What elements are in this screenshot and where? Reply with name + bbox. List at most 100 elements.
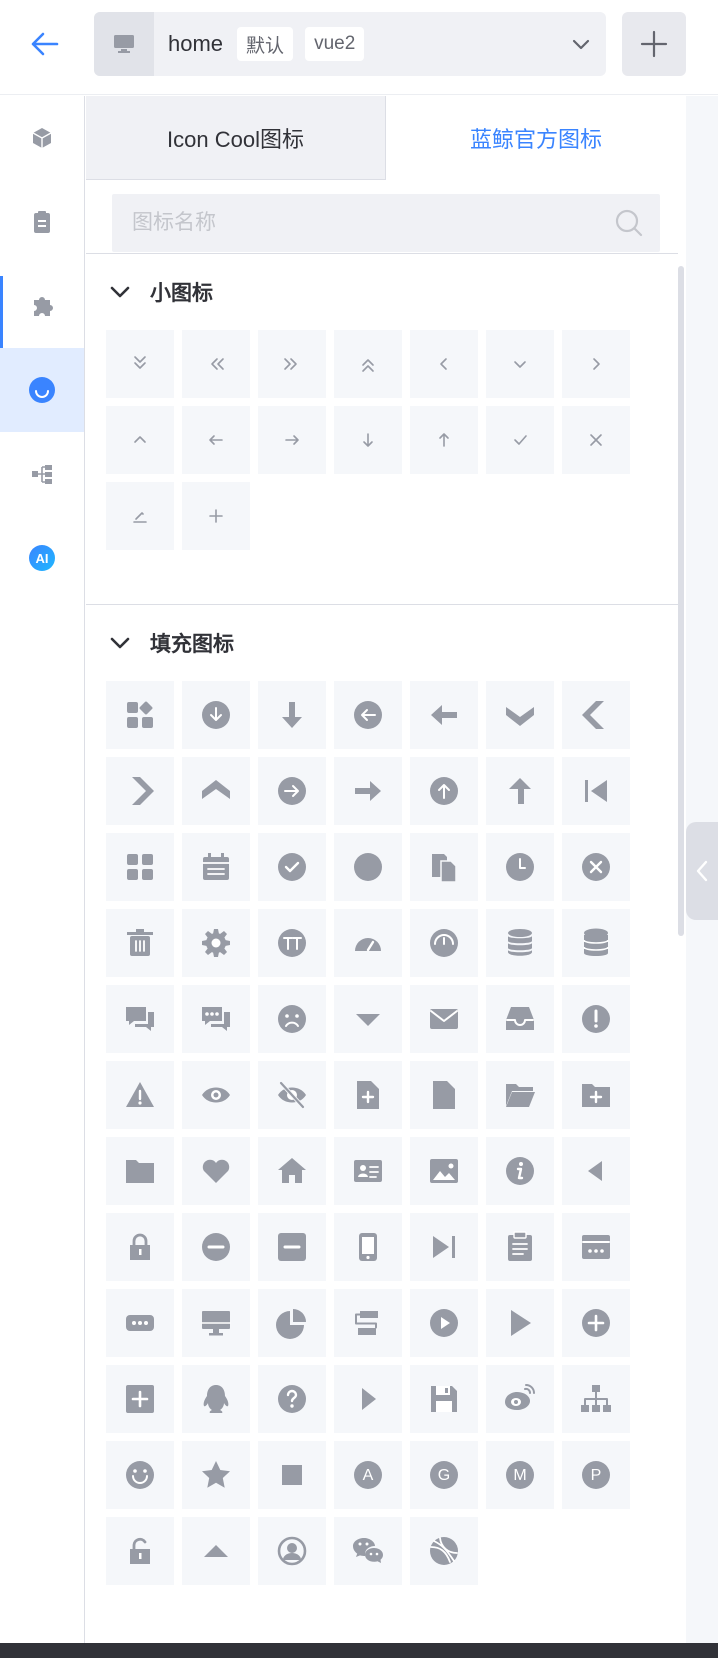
icon-cell[interactable] [258, 406, 326, 474]
icon-cell[interactable] [410, 1061, 478, 1129]
icon-cell[interactable] [486, 1213, 554, 1281]
icon-cell[interactable] [410, 681, 478, 749]
icon-cell[interactable] [486, 833, 554, 901]
icon-cell[interactable] [106, 985, 174, 1053]
icon-cell[interactable] [182, 1365, 250, 1433]
icon-cell[interactable]: A [334, 1441, 402, 1509]
icon-cell[interactable] [334, 681, 402, 749]
search-input[interactable] [132, 211, 602, 235]
icon-cell[interactable] [562, 757, 630, 825]
icon-cell[interactable] [106, 757, 174, 825]
icon-cell[interactable] [562, 833, 630, 901]
tab-icon-cool[interactable]: Icon Cool图标 [86, 96, 386, 180]
icon-cell[interactable] [182, 757, 250, 825]
icon-cell[interactable] [106, 1061, 174, 1129]
icon-cell[interactable] [182, 406, 250, 474]
icon-cell[interactable] [258, 1365, 326, 1433]
icon-cell[interactable] [106, 1213, 174, 1281]
icon-cell[interactable] [182, 1137, 250, 1205]
icon-cell[interactable] [106, 330, 174, 398]
icon-cell[interactable] [334, 757, 402, 825]
icon-cell[interactable] [334, 330, 402, 398]
icon-cell[interactable] [106, 482, 174, 550]
icon-cell[interactable] [410, 330, 478, 398]
icon-cell[interactable] [182, 1289, 250, 1357]
icon-cell[interactable] [258, 1441, 326, 1509]
icon-cell[interactable] [562, 330, 630, 398]
sidebar-item-structure[interactable] [0, 432, 84, 516]
scrollbar[interactable] [678, 266, 684, 936]
icon-cell[interactable] [562, 1213, 630, 1281]
sidebar-item-ai[interactable]: AI [0, 516, 84, 600]
icon-cell[interactable] [486, 909, 554, 977]
icon-cell[interactable] [182, 909, 250, 977]
icon-cell[interactable] [106, 1441, 174, 1509]
icon-cell[interactable] [410, 1137, 478, 1205]
icon-cell[interactable] [410, 1365, 478, 1433]
icon-cell[interactable] [106, 681, 174, 749]
sidebar-item-components[interactable] [0, 96, 84, 180]
sidebar-item-plugins[interactable] [0, 264, 84, 348]
icon-cell[interactable] [334, 1365, 402, 1433]
section-small-icons-header[interactable]: 小图标 [108, 272, 213, 312]
back-button[interactable] [22, 24, 66, 64]
icon-cell[interactable] [106, 1365, 174, 1433]
icon-cell[interactable] [258, 681, 326, 749]
icon-cell[interactable] [106, 406, 174, 474]
icon-cell[interactable]: P [562, 1441, 630, 1509]
icon-cell[interactable] [182, 1441, 250, 1509]
section-fill-icons-header[interactable]: 填充图标 [108, 623, 234, 663]
icon-cell[interactable] [486, 1365, 554, 1433]
icon-cell[interactable] [562, 1289, 630, 1357]
icon-cell[interactable] [106, 1517, 174, 1585]
icon-cell[interactable] [106, 1289, 174, 1357]
icon-cell[interactable] [182, 1213, 250, 1281]
icon-cell[interactable] [486, 1061, 554, 1129]
icon-cell[interactable] [182, 985, 250, 1053]
icon-cell[interactable]: M [486, 1441, 554, 1509]
icon-cell[interactable] [182, 1061, 250, 1129]
icon-cell[interactable] [334, 833, 402, 901]
icon-cell[interactable] [258, 1213, 326, 1281]
tab-bk-official[interactable]: 蓝鲸官方图标 [386, 96, 686, 180]
icon-cell[interactable] [486, 330, 554, 398]
icon-cell[interactable] [182, 330, 250, 398]
icon-cell[interactable] [334, 1289, 402, 1357]
icon-cell[interactable] [182, 482, 250, 550]
icon-cell[interactable] [182, 833, 250, 901]
icon-cell[interactable] [334, 406, 402, 474]
sidebar-item-pages[interactable] [0, 180, 84, 264]
icon-cell[interactable]: G [410, 1441, 478, 1509]
icon-cell[interactable] [410, 1517, 478, 1585]
icon-cell[interactable] [562, 1137, 630, 1205]
icon-cell[interactable] [258, 330, 326, 398]
icon-cell[interactable] [410, 1213, 478, 1281]
sidebar-item-icons[interactable] [0, 348, 84, 432]
icon-cell[interactable] [258, 1517, 326, 1585]
icon-cell[interactable] [106, 1137, 174, 1205]
add-button[interactable] [622, 12, 686, 76]
icon-cell[interactable] [334, 1137, 402, 1205]
icon-cell[interactable] [410, 1289, 478, 1357]
icon-cell[interactable] [258, 985, 326, 1053]
icon-cell[interactable] [334, 909, 402, 977]
icon-cell[interactable] [410, 985, 478, 1053]
icon-cell[interactable] [106, 833, 174, 901]
chevron-down-icon[interactable] [570, 34, 592, 56]
icon-cell[interactable] [410, 909, 478, 977]
icon-cell[interactable] [562, 985, 630, 1053]
app-selector[interactable]: home 默认 vue2 [94, 12, 606, 76]
icon-cell[interactable] [562, 909, 630, 977]
icon-cell[interactable] [410, 406, 478, 474]
icon-cell[interactable] [334, 1517, 402, 1585]
icon-cell[interactable] [334, 985, 402, 1053]
icon-cell[interactable] [258, 1061, 326, 1129]
icon-cell[interactable] [486, 1289, 554, 1357]
search-icon[interactable] [614, 208, 644, 238]
icon-cell[interactable] [562, 406, 630, 474]
icon-cell[interactable] [486, 757, 554, 825]
icon-cell[interactable] [410, 757, 478, 825]
icon-cell[interactable] [486, 681, 554, 749]
icon-cell[interactable] [258, 1137, 326, 1205]
icon-cell[interactable] [258, 1289, 326, 1357]
